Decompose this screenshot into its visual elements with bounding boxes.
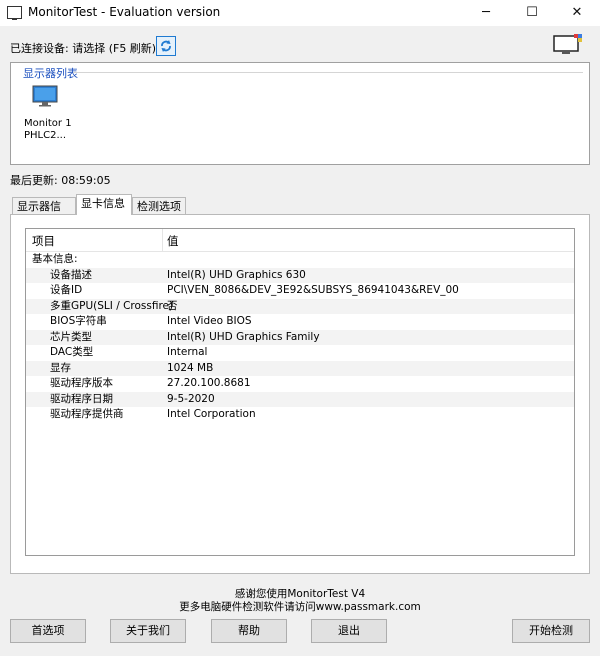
row-value: 27.20.100.8681	[167, 377, 251, 389]
column-header-item[interactable]: 项目	[32, 233, 55, 249]
section-label: 基本信息:	[32, 253, 78, 265]
window-title: MonitorTest - Evaluation version	[28, 5, 221, 19]
start-test-button[interactable]: 开始检测	[512, 619, 590, 643]
row-value: Intel(R) UHD Graphics 630	[167, 268, 306, 281]
monitor-model: PHLC2...	[24, 130, 67, 141]
graphics-info-table[interactable]: 项目 值 基本信息: 设备描述 Intel(R) UHD Graphics 63…	[25, 228, 575, 556]
row-item: 驱动程序提供商	[50, 408, 124, 420]
row-item: 驱动程序日期	[50, 392, 113, 405]
table-row[interactable]: BIOS字符串 Intel Video BIOS	[26, 314, 574, 330]
table-row[interactable]: 驱动程序提供商 Intel Corporation	[26, 407, 574, 423]
close-button[interactable]: ✕	[554, 0, 600, 26]
row-value: Intel Corporation	[167, 408, 256, 420]
row-value: Internal	[167, 346, 208, 358]
about-button[interactable]: 关于我们	[110, 619, 186, 643]
tab-test-options[interactable]: 检测选项	[132, 197, 186, 215]
row-value: Intel Video BIOS	[167, 315, 252, 327]
row-item: 设备描述	[50, 268, 92, 281]
row-item: 多重GPU(SLI / Crossfire)	[50, 299, 174, 312]
row-value: PCI\VEN_8086&DEV_3E92&SUBSYS_86941043&RE…	[167, 284, 459, 296]
row-item: DAC类型	[50, 346, 94, 358]
table-row[interactable]: 芯片类型 Intel(R) UHD Graphics Family	[26, 329, 574, 345]
table-header: 项目 值	[26, 229, 574, 252]
minimize-button[interactable]: ─	[463, 0, 509, 26]
app-monitor-icon	[7, 6, 22, 20]
row-item: 芯片类型	[50, 330, 92, 343]
passmark-logo-icon	[553, 34, 582, 54]
monitor-item-label: Monitor 1 PHLC2...	[24, 118, 72, 142]
preferences-button[interactable]: 首选项	[10, 619, 86, 643]
connected-device-label: 已连接设备: 请选择 (F5 刷新)	[10, 42, 157, 55]
table-row[interactable]: 显存 1024 MB	[26, 360, 574, 376]
monitor-icon	[32, 85, 58, 107]
monitor-name: Monitor 1	[24, 118, 72, 129]
divider	[73, 72, 583, 73]
tab-monitor-info[interactable]: 显示器信息	[12, 197, 76, 231]
monitor-list-panel: 显示器列表 Monitor 1 PHLC2...	[10, 62, 590, 165]
row-item: 设备ID	[50, 284, 83, 296]
row-value: Intel(R) UHD Graphics Family	[167, 330, 320, 343]
table-row[interactable]: 设备ID PCI\VEN_8086&DEV_3E92&SUBSYS_869410…	[26, 283, 574, 299]
table-row[interactable]: DAC类型 Internal	[26, 345, 574, 361]
refresh-button[interactable]	[156, 36, 176, 56]
table-row[interactable]: 多重GPU(SLI / Crossfire) 否	[26, 298, 574, 314]
section-row[interactable]: 基本信息:	[26, 252, 574, 268]
row-value: 9-5-2020	[167, 392, 215, 405]
row-value: 1024 MB	[167, 361, 214, 374]
visit-website-text: 更多电脑硬件检测软件请访问www.passmark.com	[179, 601, 421, 613]
table-row[interactable]: 驱动程序日期 9-5-2020	[26, 391, 574, 407]
table-row[interactable]: 驱动程序版本 27.20.100.8681	[26, 376, 574, 392]
monitor-list-title: 显示器列表	[23, 67, 78, 80]
row-item: 驱动程序版本	[50, 377, 113, 389]
exit-button[interactable]: 退出	[311, 619, 387, 643]
title-bar: MonitorTest - Evaluation version ─ ☐ ✕	[0, 0, 600, 26]
column-divider[interactable]	[162, 229, 163, 251]
tab-graphics-info[interactable]: 显卡信息	[76, 194, 132, 215]
row-item: 显存	[50, 361, 71, 374]
maximize-button[interactable]: ☐	[509, 0, 555, 26]
row-item: BIOS字符串	[50, 315, 107, 327]
table-row[interactable]: 设备描述 Intel(R) UHD Graphics 630	[26, 267, 574, 283]
column-header-value[interactable]: 值	[167, 233, 179, 249]
help-button[interactable]: 帮助	[211, 619, 287, 643]
row-value: 否	[167, 299, 178, 312]
refresh-icon	[161, 40, 171, 52]
last-update-text: 最后更新: 08:59:05	[10, 174, 111, 187]
tab-content: 项目 值 基本信息: 设备描述 Intel(R) UHD Graphics 63…	[10, 214, 590, 574]
